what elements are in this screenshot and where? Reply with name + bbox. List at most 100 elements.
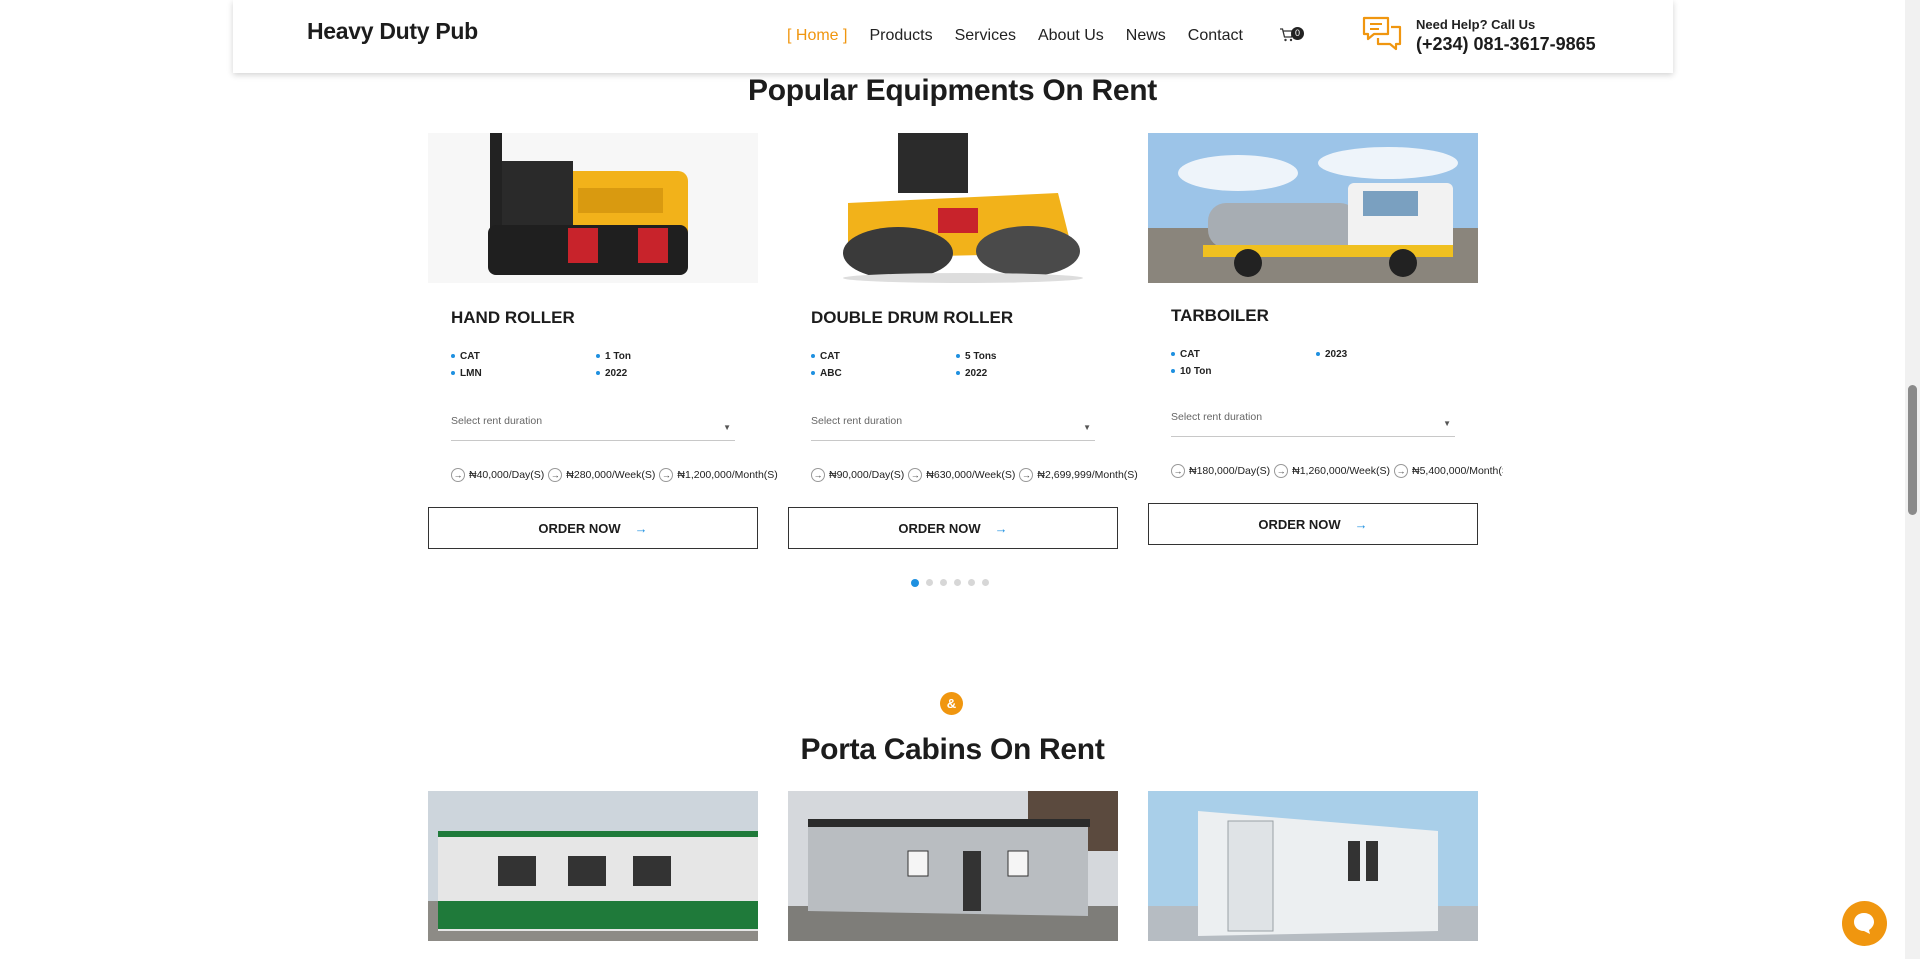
carousel-dot[interactable]: [968, 579, 975, 586]
price-month[interactable]: → ₦2,699,999/Month(S): [1019, 468, 1138, 482]
main-nav: [ Home ] Products Services About Us News…: [787, 27, 1265, 45]
porta-cabin-image[interactable]: [428, 791, 758, 941]
select-placeholder: Select rent duration: [451, 415, 543, 427]
price-week[interactable]: → ₦280,000/Week(S): [548, 468, 655, 482]
arrow-right-icon: →: [659, 468, 674, 482]
equipment-specs: CAT 5 Tons ABC 2022: [811, 351, 1111, 379]
order-label: ORDER NOW: [538, 520, 621, 536]
price-day[interactable]: → ₦40,000/Day(S): [451, 468, 544, 482]
carousel-dot[interactable]: [982, 579, 989, 586]
order-label: ORDER NOW: [898, 520, 981, 536]
equipment-name: TARBOILER: [1171, 306, 1269, 325]
porta-cabin-image[interactable]: [1148, 791, 1478, 941]
arrow-right-icon: →: [1171, 464, 1185, 478]
carousel-dot[interactable]: [911, 579, 919, 587]
rent-duration-select[interactable]: Select rent duration ▼: [1171, 411, 1455, 437]
scrollbar-thumb[interactable]: [1908, 385, 1917, 515]
price-text: ₦280,000/Week(S): [566, 469, 656, 481]
price-week[interactable]: → ₦630,000/Week(S): [908, 468, 1015, 482]
nav-news[interactable]: News: [1126, 27, 1166, 45]
spec-item: CAT: [451, 351, 596, 362]
order-now-button[interactable]: ORDER NOW →: [428, 507, 758, 549]
price-text: ₦2,699,999/Month(S): [1037, 469, 1138, 481]
tarboiler-image: [1148, 133, 1478, 283]
carousel-dot[interactable]: [940, 579, 947, 586]
order-label: ORDER NOW: [1258, 516, 1341, 532]
price-text: ₦630,000/Week(S): [926, 469, 1016, 481]
equipment-card: TARBOILER CAT 2023 10 Ton Select rent du…: [1148, 133, 1503, 561]
help-phone[interactable]: (+234) 081-3617-9865: [1416, 34, 1596, 55]
price-text: ₦90,000/Day(S): [829, 469, 905, 481]
price-text: ₦5,400,000/Month(S): [1411, 465, 1503, 477]
arrow-right-icon: →: [451, 468, 465, 482]
equipment-card: DOUBLE DRUM ROLLER CAT 5 Tons ABC 2022 S…: [788, 133, 1138, 563]
spec-item: ABC: [811, 368, 956, 379]
price-day[interactable]: → ₦180,000/Day(S): [1171, 464, 1270, 478]
spec-item: 10 Ton: [1171, 366, 1316, 377]
nav-home[interactable]: [ Home ]: [787, 27, 847, 45]
price-text: ₦180,000/Day(S): [1189, 465, 1271, 477]
chat-bubble-icon: [1854, 913, 1874, 934]
equipments-title: Popular Equipments On Rent: [748, 74, 1157, 107]
price-list: → ₦180,000/Day(S) → ₦1,260,000/Week(S) → ₦5…: [1171, 464, 1503, 478]
nav-services[interactable]: Services: [955, 27, 1016, 45]
hand-roller-image: [428, 133, 758, 283]
select-placeholder: Select rent duration: [1171, 411, 1263, 423]
order-now-button[interactable]: ORDER NOW →: [1148, 503, 1478, 545]
order-now-button[interactable]: ORDER NOW →: [788, 507, 1118, 549]
equipment-card: HAND ROLLER CAT 1 Ton LMN 2022 Select re…: [428, 133, 778, 563]
chat-bubbles-icon: [1362, 16, 1402, 51]
price-month[interactable]: → ₦5,400,000/Month(S): [1393, 464, 1503, 478]
carousel-pagination: [911, 579, 989, 587]
spec-item: 2022: [956, 368, 1101, 379]
equipment-specs: CAT 1 Ton LMN 2022: [451, 351, 751, 379]
arrow-right-icon: →: [634, 520, 648, 536]
chat-widget-button[interactable]: [1842, 901, 1887, 946]
equipment-name: DOUBLE DRUM ROLLER: [811, 308, 1014, 327]
spec-item: 1 Ton: [596, 351, 741, 362]
equipment-specs: CAT 2023 10 Ton: [1171, 349, 1471, 377]
help-label: Need Help? Call Us: [1416, 17, 1536, 32]
arrow-right-icon: →: [1019, 468, 1034, 482]
double-drum-roller-image: [788, 133, 1118, 283]
spec-item: 5 Tons: [956, 351, 1101, 362]
price-month[interactable]: → ₦1,200,000/Month(S): [659, 468, 778, 482]
arrow-right-icon: →: [1393, 464, 1408, 478]
price-week[interactable]: → ₦1,260,000/Week(S): [1274, 464, 1390, 478]
spec-item: CAT: [811, 351, 956, 362]
cart-button[interactable]: 0: [1279, 27, 1304, 44]
spec-item: 2022: [596, 368, 741, 379]
rent-duration-select[interactable]: Select rent duration ▼: [451, 415, 735, 441]
site-header: Heavy Duty Pub [ Home ] Products Service…: [233, 0, 1673, 73]
spec-item: LMN: [451, 368, 596, 379]
arrow-right-icon: →: [994, 520, 1008, 536]
carousel-dot[interactable]: [954, 579, 961, 586]
nav-contact[interactable]: Contact: [1188, 27, 1243, 45]
arrow-right-icon: →: [1274, 464, 1289, 478]
arrow-right-icon: →: [908, 468, 923, 482]
spec-item: CAT: [1171, 349, 1316, 360]
arrow-right-icon: →: [1354, 516, 1368, 532]
price-day[interactable]: → ₦90,000/Day(S): [811, 468, 904, 482]
porta-cabin-image[interactable]: [788, 791, 1118, 941]
page-scrollbar[interactable]: [1905, 0, 1920, 959]
rent-duration-select[interactable]: Select rent duration ▼: [811, 415, 1095, 441]
arrow-right-icon: →: [548, 468, 563, 482]
price-list: → ₦40,000/Day(S) → ₦280,000/Week(S) → ₦1,20…: [451, 468, 782, 482]
chevron-down-icon: ▼: [723, 423, 731, 432]
page: Heavy Duty Pub [ Home ] Products Service…: [0, 0, 1920, 959]
cabins-title: Porta Cabins On Rent: [800, 733, 1105, 766]
chevron-down-icon: ▼: [1083, 423, 1091, 432]
price-text: ₦40,000/Day(S): [469, 469, 545, 481]
arrow-right-icon: →: [811, 468, 825, 482]
carousel-dot[interactable]: [926, 579, 933, 586]
cart-count-badge: 0: [1291, 27, 1304, 40]
section-ornament-icon: &: [940, 692, 963, 715]
select-placeholder: Select rent duration: [811, 415, 903, 427]
equipment-carousel: HAND ROLLER CAT 1 Ton LMN 2022 Select re…: [428, 133, 1503, 563]
nav-about-us[interactable]: About Us: [1038, 27, 1104, 45]
spec-item: 2023: [1316, 349, 1461, 360]
price-text: ₦1,260,000/Week(S): [1292, 465, 1390, 477]
site-logo[interactable]: Heavy Duty Pub: [307, 18, 478, 45]
nav-products[interactable]: Products: [869, 27, 932, 45]
